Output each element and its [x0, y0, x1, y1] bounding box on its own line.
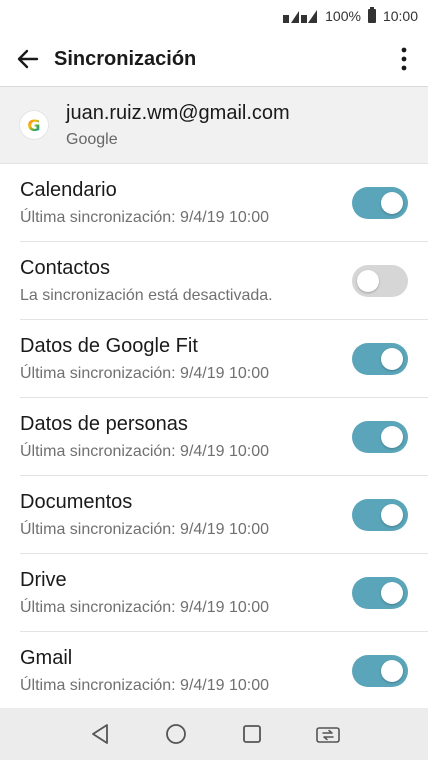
sync-list: Calendario Última sincronización: 9/4/19…	[0, 164, 428, 710]
sync-toggle[interactable]	[352, 655, 408, 687]
more-vertical-icon	[401, 47, 407, 71]
back-triangle-icon	[92, 724, 108, 744]
sync-item-title: Datos de Google Fit	[20, 334, 198, 357]
sync-row-google-fit[interactable]: Datos de Google Fit Última sincronizació…	[20, 320, 428, 398]
sync-toggle[interactable]	[352, 498, 408, 531]
arrow-left-icon	[17, 49, 39, 69]
toggle-knob	[381, 347, 403, 370]
toggle-knob	[381, 660, 403, 682]
account-email: juan.ruiz.wm@gmail.com	[66, 101, 290, 124]
back-button[interactable]	[14, 45, 42, 73]
home-circle-icon	[166, 724, 186, 744]
sync-item-title: Drive	[20, 568, 67, 591]
sync-toggle[interactable]	[352, 264, 408, 297]
sync-row-personas[interactable]: Datos de personas Última sincronización:…	[20, 398, 428, 476]
sync-toggle[interactable]	[352, 186, 408, 219]
sync-row-gmail[interactable]: Gmail Última sincronización: 9/4/19 10:0…	[20, 632, 428, 710]
sync-item-status: Última sincronización: 9/4/19 10:00	[20, 442, 270, 460]
sync-item-title: Datos de personas	[20, 412, 188, 435]
app-bar: Sincronización	[0, 32, 428, 86]
sync-row-contactos[interactable]: Contactos La sincronización está desacti…	[20, 242, 428, 320]
sync-toggle[interactable]	[352, 342, 408, 375]
more-options-button[interactable]	[390, 45, 418, 73]
toggle-knob	[381, 581, 403, 604]
sync-item-status: La sincronización está desactivada.	[20, 286, 273, 304]
clock: 10:00	[382, 8, 418, 24]
switch-sim-icon	[316, 727, 340, 743]
sync-item-title: Documentos	[20, 490, 133, 513]
sync-item-title: Calendario	[20, 178, 117, 201]
signal-icon	[283, 9, 318, 23]
nav-back-button[interactable]	[84, 718, 116, 750]
account-card: G juan.ruiz.wm@gmail.com Google	[0, 86, 428, 164]
page-title: Sincronización	[54, 47, 197, 70]
recents-square-icon	[243, 725, 261, 743]
sync-toggle[interactable]	[352, 420, 408, 453]
account-type: Google	[66, 130, 118, 148]
system-nav-bar	[0, 708, 428, 760]
sync-toggle[interactable]	[352, 576, 408, 609]
toggle-knob	[357, 269, 379, 292]
toggle-knob	[381, 425, 403, 448]
sync-row-documentos[interactable]: Documentos Última sincronización: 9/4/19…	[20, 476, 428, 554]
toggle-knob	[381, 191, 403, 214]
toggle-knob	[381, 503, 403, 526]
status-bar: 100% 10:00	[0, 0, 428, 32]
sync-item-status: Última sincronización: 9/4/19 10:00	[20, 520, 270, 538]
nav-recents-button[interactable]	[236, 718, 268, 750]
nav-home-button[interactable]	[160, 718, 192, 750]
sync-item-status: Última sincronización: 9/4/19 10:00	[20, 364, 270, 382]
sync-row-drive[interactable]: Drive Última sincronización: 9/4/19 10:0…	[20, 554, 428, 632]
battery-icon	[367, 7, 376, 23]
nav-switch-sim-button[interactable]	[312, 718, 344, 750]
sync-item-status: Última sincronización: 9/4/19 10:00	[20, 598, 270, 616]
sync-item-status: Última sincronización: 9/4/19 10:00	[20, 208, 270, 226]
google-logo-icon: G	[20, 111, 48, 139]
battery-percent: 100%	[325, 8, 361, 24]
sync-row-calendario[interactable]: Calendario Última sincronización: 9/4/19…	[20, 164, 428, 242]
sync-item-title: Gmail	[20, 647, 73, 669]
sync-item-title: Contactos	[20, 256, 111, 279]
sync-item-status: Última sincronización: 9/4/19 10:00	[20, 677, 270, 694]
